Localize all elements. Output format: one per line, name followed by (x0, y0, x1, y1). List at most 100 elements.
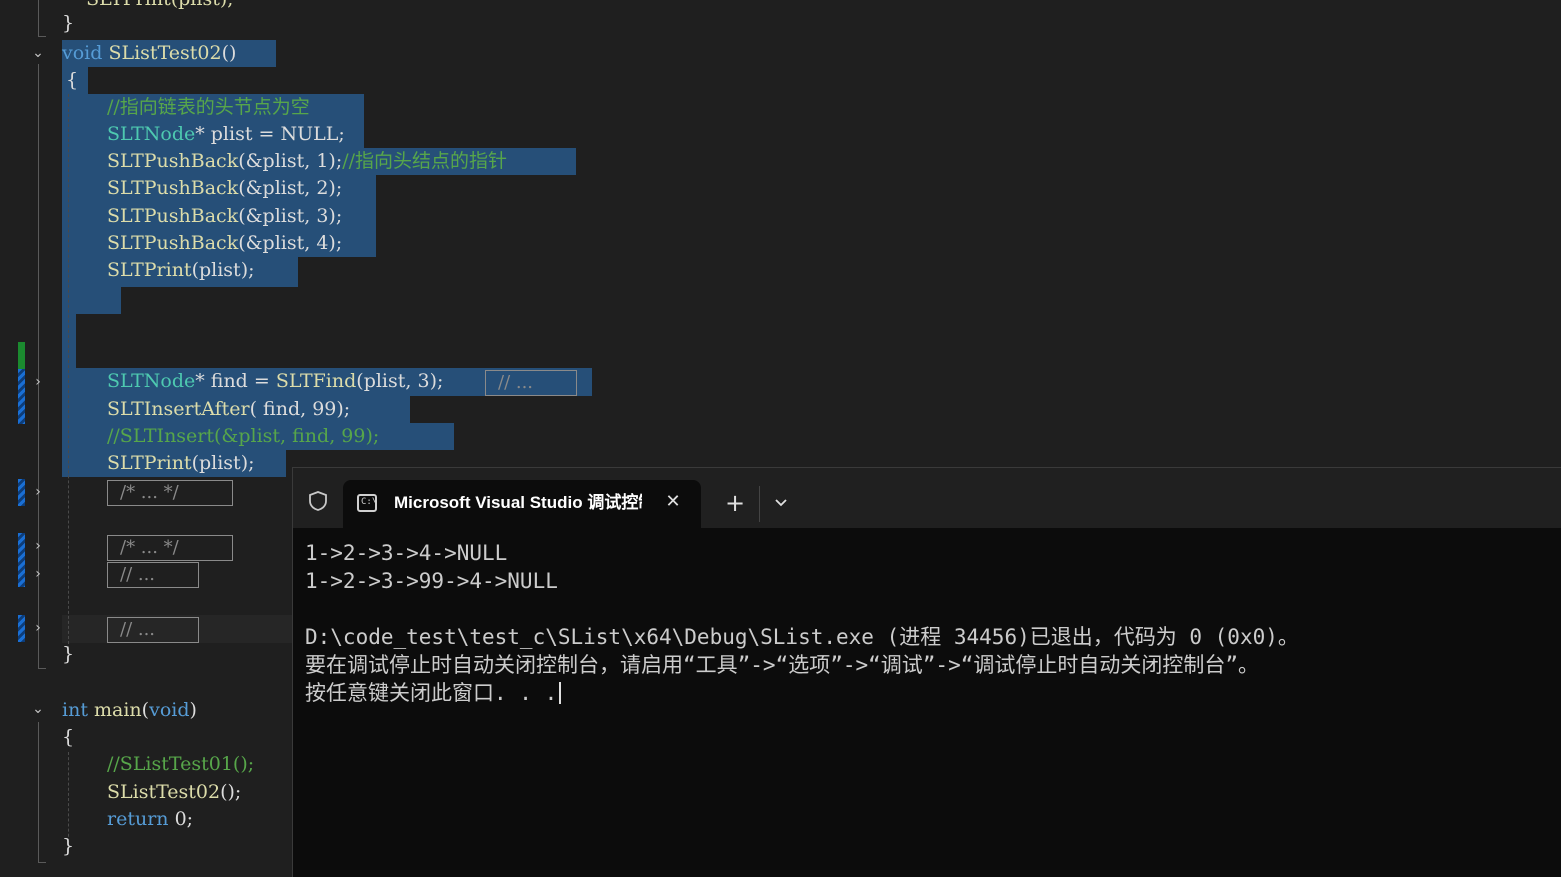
code-line[interactable]: SLTPrint(plist); (107, 450, 255, 477)
code-line[interactable]: int main(void) (62, 697, 197, 724)
function-name: SLTPushBack (107, 177, 239, 199)
change-marker (18, 369, 25, 424)
collapsed-region[interactable]: /* ... */ (107, 535, 233, 561)
code-line[interactable]: SLTPrint(plist); (107, 257, 255, 284)
keyword: int (62, 699, 88, 721)
function-name: SLTPrint (107, 452, 192, 474)
change-marker (18, 615, 25, 642)
terminal-window[interactable]: C:\ Microsoft Visual Studio 调试控制台 ✕ + 1-… (292, 467, 1561, 877)
change-marker (18, 533, 25, 587)
code-text: (&plist, 3); (238, 205, 343, 227)
terminal-output-line: 要在调试停止时自动关闭控制台，请启用“工具”->“选项”->“调试”->“调试停… (305, 653, 1259, 677)
code-text: * find = (195, 370, 276, 392)
function-name: SLTPushBack (107, 150, 239, 172)
code-text: (); (220, 781, 242, 803)
change-marker (18, 479, 25, 506)
chevron-right-icon[interactable]: › (30, 484, 46, 500)
selection-highlight (62, 287, 121, 314)
chevron-right-icon[interactable]: › (30, 620, 46, 636)
code-line[interactable]: SLTPushBack(&plist, 2); (107, 175, 342, 202)
code-text: (&plist, 4); (238, 232, 343, 254)
function-name: SListTest02 (107, 781, 221, 803)
code-line[interactable]: SLTNode* plist = NULL; (107, 121, 345, 148)
comment: //指向链表的头节点为空 (107, 96, 310, 118)
function-name: SLTPushBack (107, 232, 239, 254)
code-text: * plist = NULL; (195, 123, 345, 145)
terminal-output-line: 1->2->3->4->NULL (305, 541, 508, 565)
terminal-titlebar[interactable]: C:\ Microsoft Visual Studio 调试控制台 ✕ + (293, 468, 1561, 528)
chevron-down-icon[interactable]: ⌄ (30, 45, 46, 61)
keyword: return (107, 808, 169, 830)
function-name: SListTest02 (108, 42, 222, 64)
code-text: (plist); (191, 452, 255, 474)
function-name: SLTPrint (107, 259, 192, 281)
code-line[interactable]: { (62, 724, 74, 751)
terminal-output-line: 1->2->3->99->4->NULL (305, 569, 558, 593)
indent-guide (68, 94, 69, 654)
code-line[interactable]: } (62, 10, 74, 37)
scope-guide-foot (38, 668, 46, 669)
terminal-tab[interactable]: C:\ Microsoft Visual Studio 调试控制台 ✕ (343, 480, 701, 528)
code-line[interactable]: SLTInsertAfter( find, 99); (107, 396, 350, 423)
scope-guide (38, 722, 39, 862)
scope-guide (38, 0, 39, 36)
code-line[interactable]: SLTPushBack(&plist, 3); (107, 203, 342, 230)
code-text: } (62, 12, 75, 34)
code-line[interactable]: SLTPushBack(&plist, 1);//指向头结点的指针 (107, 148, 507, 175)
chevron-down-icon[interactable]: ⌄ (30, 701, 46, 717)
code-text: ) (189, 699, 197, 721)
code-text: (plist); (191, 259, 255, 281)
chevron-right-icon[interactable]: › (30, 566, 46, 582)
code-text: ( find, 99); (249, 398, 351, 420)
change-marker (18, 342, 25, 369)
function-name: SLTPushBack (107, 205, 239, 227)
scope-guide-foot (38, 36, 46, 37)
code-line[interactable]: } (62, 641, 74, 668)
code-line[interactable]: SLTPrint(plist); (62, 0, 234, 13)
code-text: () (221, 42, 237, 64)
collapsed-region[interactable]: // ... (485, 370, 577, 396)
function-name: SLTInsertAfter (107, 398, 250, 420)
code-text: } (62, 835, 75, 857)
code-line[interactable]: } (62, 833, 74, 860)
code-line[interactable]: //指向链表的头节点为空 (107, 94, 310, 121)
comment: //SListTest01(); (107, 753, 255, 775)
comment: //SLTInsert(&plist, find, 99); (107, 425, 380, 447)
code-text: } (62, 643, 75, 665)
close-icon[interactable]: ✕ (661, 490, 685, 514)
code-line[interactable]: SLTNode* find = SLTFind(plist, 3); (107, 368, 443, 395)
code-text: (&plist, 2); (238, 177, 343, 199)
chevron-right-icon[interactable]: › (30, 374, 46, 390)
code-text: { (62, 726, 75, 748)
divider (759, 486, 760, 522)
code-text: (&plist, 1); (238, 150, 343, 172)
code-line[interactable]: { (66, 67, 78, 94)
chevron-right-icon[interactable]: › (30, 538, 46, 554)
code-line[interactable]: return 0; (107, 806, 193, 833)
code-line[interactable]: //SListTest01(); (107, 751, 254, 778)
new-tab-button[interactable]: + (721, 490, 749, 518)
code-line[interactable]: //SLTInsert(&plist, find, 99); (107, 423, 379, 450)
code-text: 0; (168, 808, 194, 830)
text-cursor (559, 682, 562, 704)
comment: //指向头结点的指针 (342, 150, 508, 172)
chevron-down-icon[interactable] (771, 492, 791, 512)
collapsed-region[interactable]: // ... (107, 562, 199, 588)
code-text: ( (141, 699, 150, 721)
terminal-output-line: D:\code_test\test_c\SList\x64\Debug\SLis… (305, 625, 1299, 649)
code-text: (plist, 3); (356, 370, 444, 392)
type-name: SLTNode (107, 370, 196, 392)
code-line[interactable]: SListTest02(); (107, 779, 241, 806)
terminal-prompt-text: 按任意键关闭此窗口. . . (305, 681, 558, 705)
type-name: SLTNode (107, 123, 196, 145)
function-name: main (94, 699, 142, 721)
code-line[interactable]: void SListTest02() (62, 40, 236, 67)
keyword: void (149, 699, 190, 721)
code-text: { (66, 69, 79, 91)
console-icon: C:\ (357, 494, 377, 512)
collapsed-region[interactable]: /* ... */ (107, 480, 233, 506)
function-name: SLTFind (275, 370, 357, 392)
code-line[interactable]: SLTPushBack(&plist, 4); (107, 230, 342, 257)
code-text: SLTPrint(plist); (62, 0, 234, 10)
collapsed-region[interactable]: // ... (107, 617, 199, 643)
